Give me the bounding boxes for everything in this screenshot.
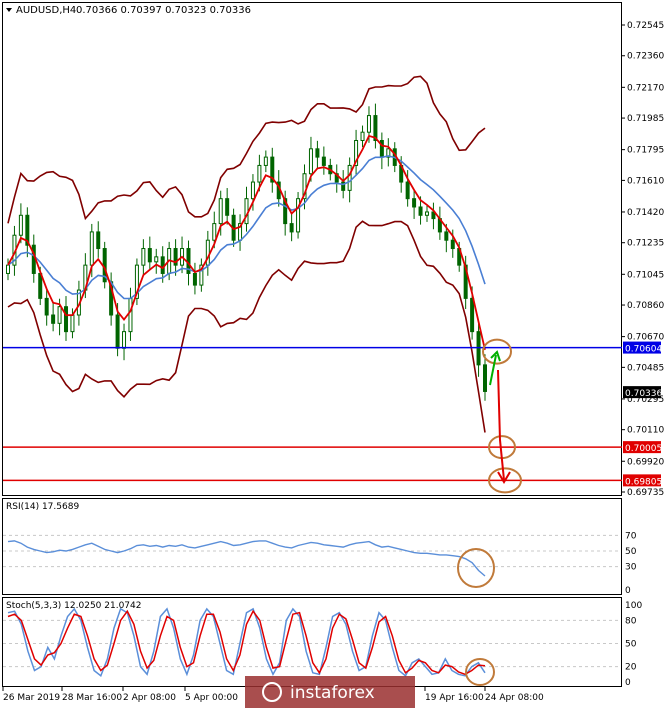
y-tick-label: 0.72360	[627, 52, 664, 62]
stoch-tick-label: 80	[625, 616, 637, 626]
rsi-title: RSI(14) 17.5689	[6, 502, 79, 512]
y-tick-label: 0.70295	[627, 395, 664, 405]
x-tick-label: 2 Apr 08:00	[123, 693, 176, 703]
stoch-tick-label: 50	[625, 640, 637, 650]
ohlc-values: 0.70366 0.70397 0.70323 0.70336	[76, 5, 251, 16]
x-tick-label: 28 Mar 16:00	[62, 693, 122, 703]
candle-body	[308, 148, 313, 175]
rsi-tick-label: 0	[625, 586, 631, 596]
candle-body	[424, 211, 429, 216]
candle-body	[128, 297, 133, 333]
candle-body	[96, 231, 101, 250]
candle-body	[366, 115, 371, 133]
candle-body	[212, 223, 217, 241]
stoch-layer	[3, 607, 621, 678]
y-tick-label: 0.70860	[627, 301, 664, 311]
rsi-tick-label: 50	[625, 547, 637, 557]
bollinger-lower	[7, 220, 486, 433]
y-tick-label: 0.70670	[627, 333, 664, 343]
candle-body	[160, 256, 165, 274]
y-tick-label: 0.71985	[627, 114, 664, 124]
candle-body	[418, 206, 423, 216]
candle-body	[225, 198, 230, 216]
candle-body	[70, 314, 75, 333]
candle-body	[250, 181, 255, 200]
candle-body	[289, 223, 294, 233]
dropdown-arrow-icon[interactable]	[6, 8, 12, 12]
stoch-tick-label: 100	[625, 601, 642, 611]
candle-body	[192, 272, 197, 286]
y-tick-label: 0.71420	[627, 208, 664, 218]
candle-body	[483, 364, 487, 392]
candle-body	[450, 239, 455, 250]
candle-body	[218, 198, 223, 225]
candle-body	[6, 264, 10, 274]
rsi-layer	[3, 534, 621, 577]
x-tick-label: 5 Apr 00:00	[185, 693, 238, 703]
candle-body	[147, 248, 152, 263]
candle-body	[154, 256, 159, 263]
price-layer	[3, 75, 622, 482]
candle-body	[141, 248, 146, 266]
y-tick-label: 0.72170	[627, 83, 664, 93]
candle-body	[444, 231, 449, 241]
candle-body	[51, 314, 56, 324]
symbol-label: AUDUSD,H4	[16, 5, 76, 16]
candle-body	[18, 214, 23, 236]
y-tick-label: 0.69920	[627, 457, 664, 467]
candle-body	[263, 156, 268, 166]
stoch-tick-label: 20	[625, 663, 637, 673]
y-tick-label: 0.72545	[627, 21, 664, 31]
x-tick-label: 26 Mar 2019	[3, 693, 60, 703]
x-tick-label: 24 Apr 08:00	[485, 693, 544, 703]
price-panel-frame	[2, 2, 622, 496]
candle-body	[321, 156, 326, 166]
rsi-panel-frame	[2, 498, 622, 595]
price-tag-label: 0.70005	[625, 444, 662, 454]
trading-chart[interactable]: AUDUSD,H4 0.70366 0.70397 0.70323 0.7033…	[0, 0, 665, 708]
rsi-tick-label: 70	[625, 531, 637, 541]
stoch-tick-label: 0	[625, 678, 631, 688]
candle-body	[470, 297, 475, 333]
y-tick-label: 0.70110	[627, 426, 664, 436]
candle-body	[115, 314, 120, 349]
candle-body	[347, 164, 352, 191]
annotation-layer	[457, 338, 522, 686]
price-tag-label: 0.70604	[625, 345, 662, 355]
y-tick-label: 0.70485	[627, 363, 664, 373]
rsi-line	[7, 540, 486, 577]
candle-body	[315, 148, 320, 158]
y-tick-label: 0.69735	[627, 488, 664, 498]
y-tick-label: 0.71795	[627, 146, 664, 156]
candle-body	[38, 272, 43, 299]
candle-body	[64, 306, 69, 333]
rsi-tick-label: 30	[625, 563, 637, 573]
price-tag-label: 0.69805	[625, 477, 662, 487]
candle-body	[44, 297, 49, 316]
watermark-text: instaforex	[290, 683, 375, 703]
candle-body	[412, 198, 417, 208]
candle-body	[89, 231, 94, 266]
candle-body	[57, 306, 62, 324]
y-tick-label: 0.71235	[627, 239, 664, 249]
y-tick-label: 0.71610	[627, 176, 664, 186]
x-tick-label: 19 Apr 16:00	[425, 693, 484, 703]
arrow-up-icon	[489, 354, 497, 386]
ema-fast-line	[7, 134, 486, 351]
arrow-down-icon	[497, 369, 505, 481]
candle-body	[122, 331, 127, 349]
y-tick-label: 0.71045	[627, 270, 664, 280]
candle-body	[244, 198, 249, 225]
candle-body	[405, 181, 410, 200]
candle-body	[360, 131, 365, 142]
candle-body	[257, 164, 262, 183]
